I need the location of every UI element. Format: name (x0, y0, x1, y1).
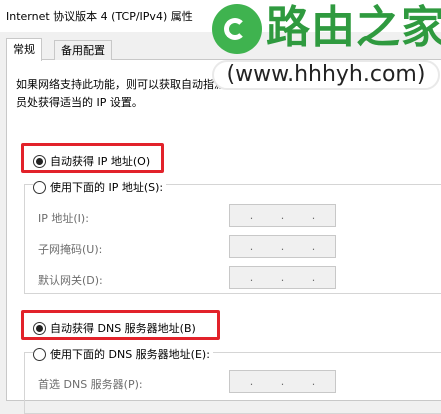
tab-general[interactable]: 常规 (6, 38, 42, 61)
default-gateway-input[interactable]: ... (229, 266, 336, 289)
radio-manual-dns-label: 使用下面的 DNS 服务器地址(E): (50, 348, 210, 361)
window-title: Internet 协议版本 4 (TCP/IPv4) 属性 (6, 10, 193, 23)
watermark-title: 路由之家 (266, 2, 441, 53)
radio-manual-dns-indicator[interactable] (33, 347, 46, 361)
radio-manual-ip[interactable]: 使用下面的 IP 地址(S): (33, 179, 167, 195)
preferred-dns-label: 首选 DNS 服务器(P): (38, 378, 143, 391)
ip-address-label: IP 地址(I): (38, 212, 89, 225)
watermark: 路由之家 (www.hhhyh.com) (204, 0, 441, 96)
radio-manual-dns[interactable]: 使用下面的 DNS 服务器地址(E): (33, 346, 213, 362)
radio-manual-ip-indicator[interactable] (33, 180, 46, 194)
preferred-dns-input[interactable]: ... (229, 370, 336, 393)
watermark-url: (www.hhhyh.com) (212, 60, 440, 90)
subnet-mask-label: 子网掩码(U): (38, 243, 103, 256)
auto-dns-highlight-box (21, 310, 220, 340)
auto-ip-highlight-box (21, 143, 164, 173)
tab-alternate-configuration[interactable]: 备用配置 (54, 40, 112, 60)
e-logo-icon (212, 4, 262, 54)
default-gateway-label: 默认网关(D): (38, 274, 103, 287)
radio-manual-ip-label: 使用下面的 IP 地址(S): (50, 181, 164, 194)
subnet-mask-input[interactable]: ... (229, 235, 336, 258)
ip-address-input[interactable]: ... (229, 204, 336, 227)
